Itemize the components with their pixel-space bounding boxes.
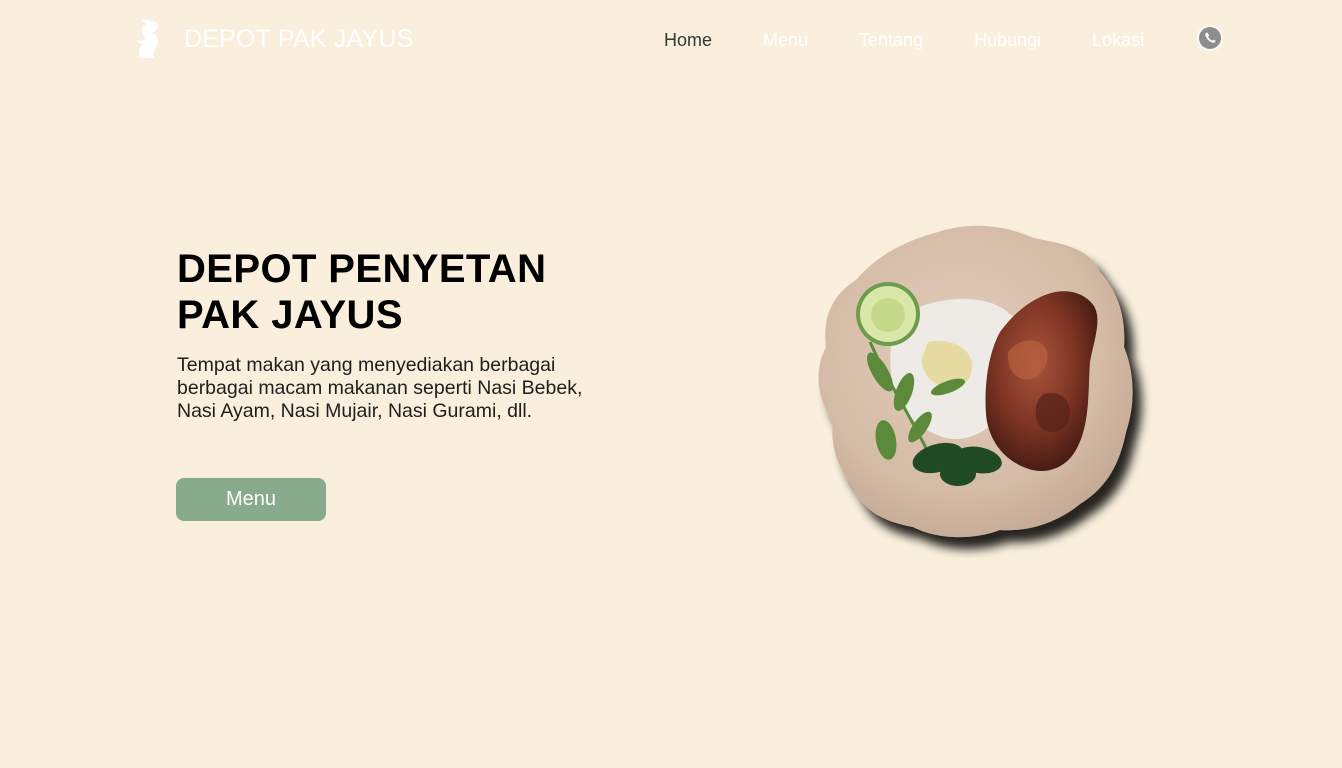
nav-tentang[interactable]: Tentang — [859, 28, 923, 52]
hero-description: Tempat makan yang menyediakan berbagai b… — [177, 354, 583, 422]
nav-hubungi[interactable]: Hubungi — [974, 28, 1041, 52]
chef-silhouette-icon — [137, 19, 159, 59]
food-image — [818, 225, 1133, 538]
whatsapp-button[interactable] — [1196, 24, 1224, 52]
menu-button[interactable]: Menu — [176, 478, 326, 521]
main-nav: Home Menu Tentang Hubungi Lokasi — [664, 28, 1195, 52]
nav-lokasi[interactable]: Lokasi — [1092, 28, 1144, 52]
brand-link[interactable]: DEPOT PAK JAYUS — [134, 18, 413, 60]
nav-menu[interactable]: Menu — [763, 28, 808, 52]
brand-name: DEPOT PAK JAYUS — [184, 25, 414, 53]
landing-page: DEPOT PAK JAYUS Home Menu Tentang Hubung… — [0, 0, 1342, 768]
nav-home[interactable]: Home — [664, 28, 712, 52]
whatsapp-icon — [1197, 25, 1223, 51]
hero-title: DEPOT PENYETAN PAK JAYUS — [177, 247, 547, 337]
